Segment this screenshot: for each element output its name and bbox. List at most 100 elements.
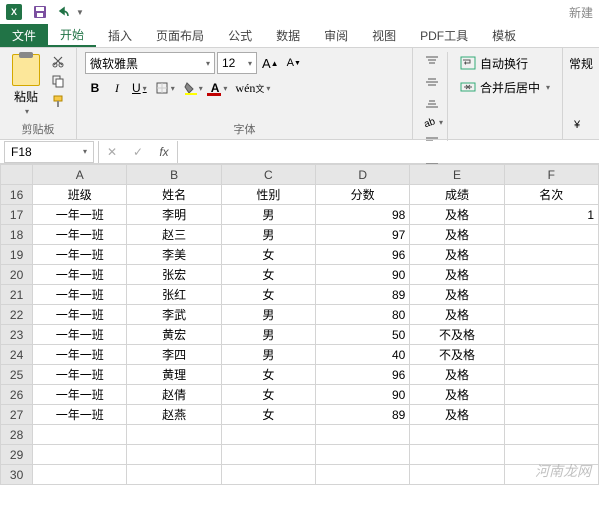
format-painter-button[interactable] [48, 92, 68, 110]
tab-pdf-tools[interactable]: PDF工具 [408, 24, 480, 47]
row-header[interactable]: 21 [1, 285, 33, 305]
cell[interactable]: 分数 [316, 185, 410, 205]
cell[interactable] [127, 445, 221, 465]
align-top-button[interactable] [421, 52, 443, 72]
column-header[interactable]: D [316, 165, 410, 185]
cell[interactable]: 一年一班 [33, 265, 127, 285]
row-header[interactable]: 25 [1, 365, 33, 385]
cut-button[interactable] [48, 52, 68, 70]
cell[interactable] [504, 305, 598, 325]
underline-button[interactable]: U▾ [129, 77, 150, 99]
cell[interactable]: 男 [221, 345, 315, 365]
accounting-format-button[interactable]: ¥ [569, 113, 589, 135]
tab-formulas[interactable]: 公式 [216, 24, 264, 47]
cell[interactable] [504, 245, 598, 265]
cell[interactable] [504, 365, 598, 385]
cell[interactable]: 赵倩 [127, 385, 221, 405]
cell[interactable]: 一年一班 [33, 225, 127, 245]
cell[interactable]: 及格 [410, 225, 504, 245]
cell[interactable]: 李四 [127, 345, 221, 365]
cell[interactable] [504, 405, 598, 425]
cell[interactable]: 女 [221, 385, 315, 405]
phonetic-button[interactable]: wén文▾ [232, 77, 273, 99]
cell[interactable]: 一年一班 [33, 385, 127, 405]
cell[interactable]: 成绩 [410, 185, 504, 205]
tab-review[interactable]: 审阅 [312, 24, 360, 47]
cell[interactable]: 一年一班 [33, 345, 127, 365]
cell[interactable]: 一年一班 [33, 405, 127, 425]
cell[interactable]: 班级 [33, 185, 127, 205]
font-color-button[interactable]: A▾ [208, 77, 231, 99]
cell[interactable]: 赵燕 [127, 405, 221, 425]
tab-view[interactable]: 视图 [360, 24, 408, 47]
cell[interactable]: 张红 [127, 285, 221, 305]
cell[interactable] [504, 445, 598, 465]
borders-button[interactable]: ▾ [152, 77, 178, 99]
tab-file[interactable]: 文件 [0, 24, 48, 47]
font-size-select[interactable]: 12 ▾ [217, 52, 257, 74]
cell[interactable]: 李美 [127, 245, 221, 265]
row-header[interactable]: 22 [1, 305, 33, 325]
cell[interactable] [33, 445, 127, 465]
cell[interactable]: 一年一班 [33, 285, 127, 305]
enter-button[interactable]: ✓ [125, 141, 151, 163]
cell[interactable]: 一年一班 [33, 205, 127, 225]
cell[interactable]: 一年一班 [33, 365, 127, 385]
number-format-select[interactable]: 常规 [569, 52, 593, 74]
cell[interactable]: 90 [316, 385, 410, 405]
copy-button[interactable] [48, 72, 68, 90]
cell[interactable] [410, 425, 504, 445]
undo-button[interactable]: ▼ [58, 6, 84, 18]
align-middle-button[interactable] [421, 72, 443, 92]
cell[interactable] [33, 425, 127, 445]
row-header[interactable]: 26 [1, 385, 33, 405]
tab-page-layout[interactable]: 页面布局 [144, 24, 216, 47]
save-button[interactable] [30, 1, 50, 23]
row-header[interactable]: 17 [1, 205, 33, 225]
column-header[interactable]: A [33, 165, 127, 185]
cell[interactable] [504, 385, 598, 405]
cell[interactable]: 男 [221, 225, 315, 245]
cell[interactable] [504, 325, 598, 345]
cell[interactable] [127, 425, 221, 445]
cell[interactable]: 及格 [410, 205, 504, 225]
cell[interactable]: 及格 [410, 285, 504, 305]
cell[interactable]: 97 [316, 225, 410, 245]
cell[interactable]: 李明 [127, 205, 221, 225]
tab-home[interactable]: 开始 [48, 24, 96, 47]
cell[interactable]: 男 [221, 305, 315, 325]
cell[interactable] [504, 465, 598, 485]
font-name-select[interactable]: 微软雅黑 ▾ [85, 52, 215, 74]
column-header[interactable]: B [127, 165, 221, 185]
cell[interactable]: 女 [221, 285, 315, 305]
cell[interactable]: 89 [316, 285, 410, 305]
cell[interactable]: 黄理 [127, 365, 221, 385]
cell[interactable] [410, 445, 504, 465]
row-header[interactable]: 30 [1, 465, 33, 485]
column-header[interactable]: F [504, 165, 598, 185]
row-header[interactable]: 23 [1, 325, 33, 345]
chevron-down-icon[interactable]: ▾ [25, 107, 29, 116]
cell[interactable]: 不及格 [410, 325, 504, 345]
tab-templates[interactable]: 模板 [480, 24, 528, 47]
cell[interactable]: 50 [316, 325, 410, 345]
cell[interactable] [221, 465, 315, 485]
align-bottom-button[interactable] [421, 92, 443, 112]
cancel-button[interactable]: ✕ [99, 141, 125, 163]
cell[interactable] [504, 265, 598, 285]
cell[interactable]: 男 [221, 325, 315, 345]
cell[interactable]: 90 [316, 265, 410, 285]
cell[interactable]: 女 [221, 265, 315, 285]
chevron-down-icon[interactable]: ▾ [546, 83, 550, 92]
paste-button[interactable]: 粘贴 ▾ [8, 52, 44, 118]
cell[interactable]: 98 [316, 205, 410, 225]
wrap-text-button[interactable]: 自动换行 [456, 52, 554, 74]
cell[interactable]: 及格 [410, 405, 504, 425]
tab-data[interactable]: 数据 [264, 24, 312, 47]
cell[interactable]: 不及格 [410, 345, 504, 365]
cell[interactable]: 名次 [504, 185, 598, 205]
cell[interactable]: 一年一班 [33, 325, 127, 345]
cell[interactable]: 89 [316, 405, 410, 425]
cell[interactable]: 96 [316, 245, 410, 265]
row-header[interactable]: 16 [1, 185, 33, 205]
